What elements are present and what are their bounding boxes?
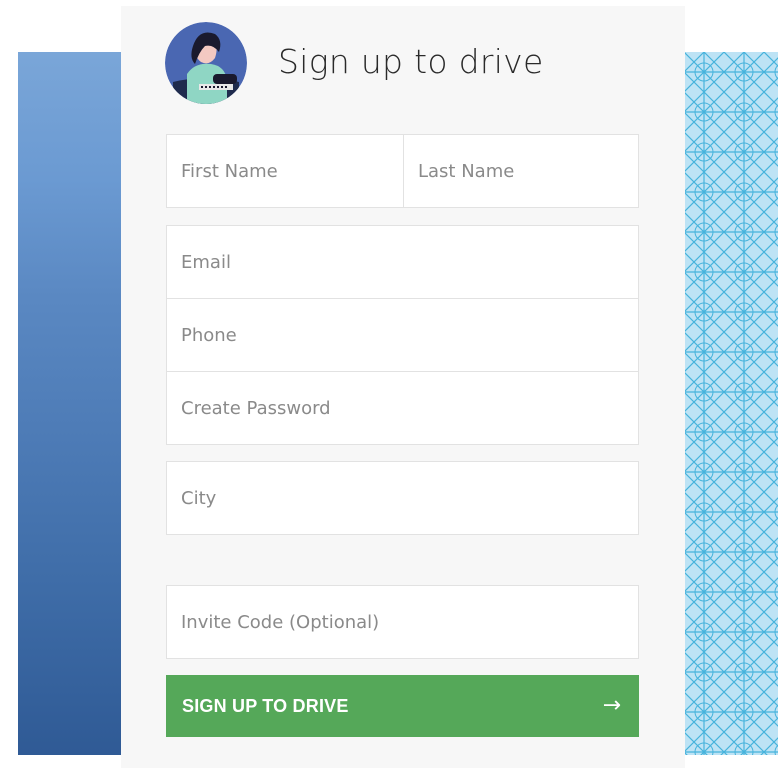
- invite-code-input[interactable]: [167, 586, 638, 658]
- sign-up-button[interactable]: SIGN UP TO DRIVE →: [166, 675, 639, 737]
- geometric-pattern: [684, 52, 778, 755]
- phone-input[interactable]: [167, 299, 638, 371]
- password-field[interactable]: [166, 371, 639, 445]
- last-name-input[interactable]: [404, 135, 638, 207]
- first-name-field[interactable]: [166, 134, 404, 208]
- city-field[interactable]: [166, 461, 639, 535]
- password-input[interactable]: [167, 372, 638, 444]
- page-title: Sign up to drive: [278, 42, 544, 81]
- arrow-right-icon: →: [602, 693, 621, 718]
- driver-avatar-icon: [165, 22, 247, 104]
- background-pattern-panel: [684, 52, 778, 755]
- last-name-field[interactable]: [403, 134, 639, 208]
- signup-header: Sign up to drive: [165, 22, 645, 104]
- city-input[interactable]: [167, 462, 638, 534]
- signup-card: Sign up to drive SIGN UP TO DRIVE →: [121, 6, 685, 768]
- background-photo-panel: [18, 52, 122, 755]
- invite-code-field[interactable]: [166, 585, 639, 659]
- sign-up-button-label: SIGN UP TO DRIVE: [182, 695, 349, 716]
- phone-field[interactable]: [166, 298, 639, 372]
- email-field[interactable]: [166, 225, 639, 299]
- first-name-input[interactable]: [167, 135, 403, 207]
- email-input[interactable]: [167, 226, 638, 298]
